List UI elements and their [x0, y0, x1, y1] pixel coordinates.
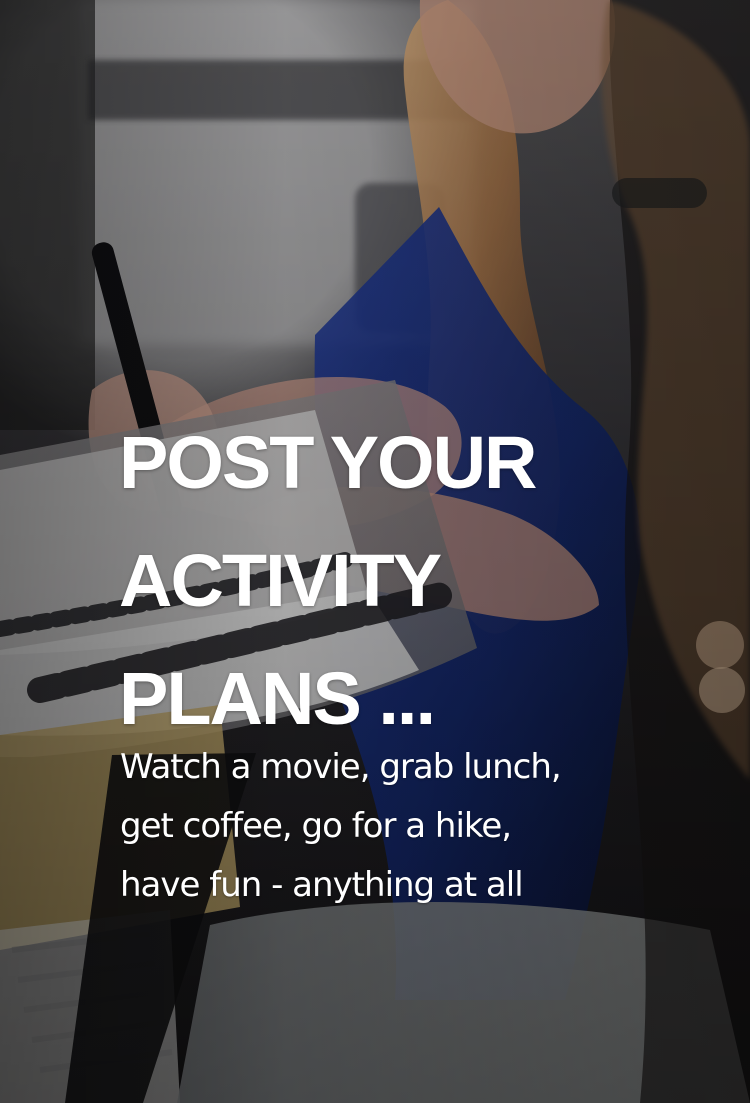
- hero-headline: POST YOUR ACTIVITY PLANS ...: [119, 404, 589, 758]
- headline-line-2: ACTIVITY: [119, 539, 442, 622]
- description-line-1: Watch a movie, grab lunch,: [120, 747, 562, 787]
- description-line-2: get coffee, go for a hike,: [120, 806, 512, 846]
- hero-description: Watch a movie, grab lunch, get coffee, g…: [120, 738, 640, 915]
- description-line-3: have fun - anything at all: [120, 865, 524, 905]
- activity-hero: POST YOUR ACTIVITY PLANS ... Watch a mov…: [0, 0, 750, 1103]
- headline-line-1: POST YOUR: [119, 421, 538, 504]
- hero-copy: POST YOUR ACTIVITY PLANS ... Watch a mov…: [0, 0, 750, 1103]
